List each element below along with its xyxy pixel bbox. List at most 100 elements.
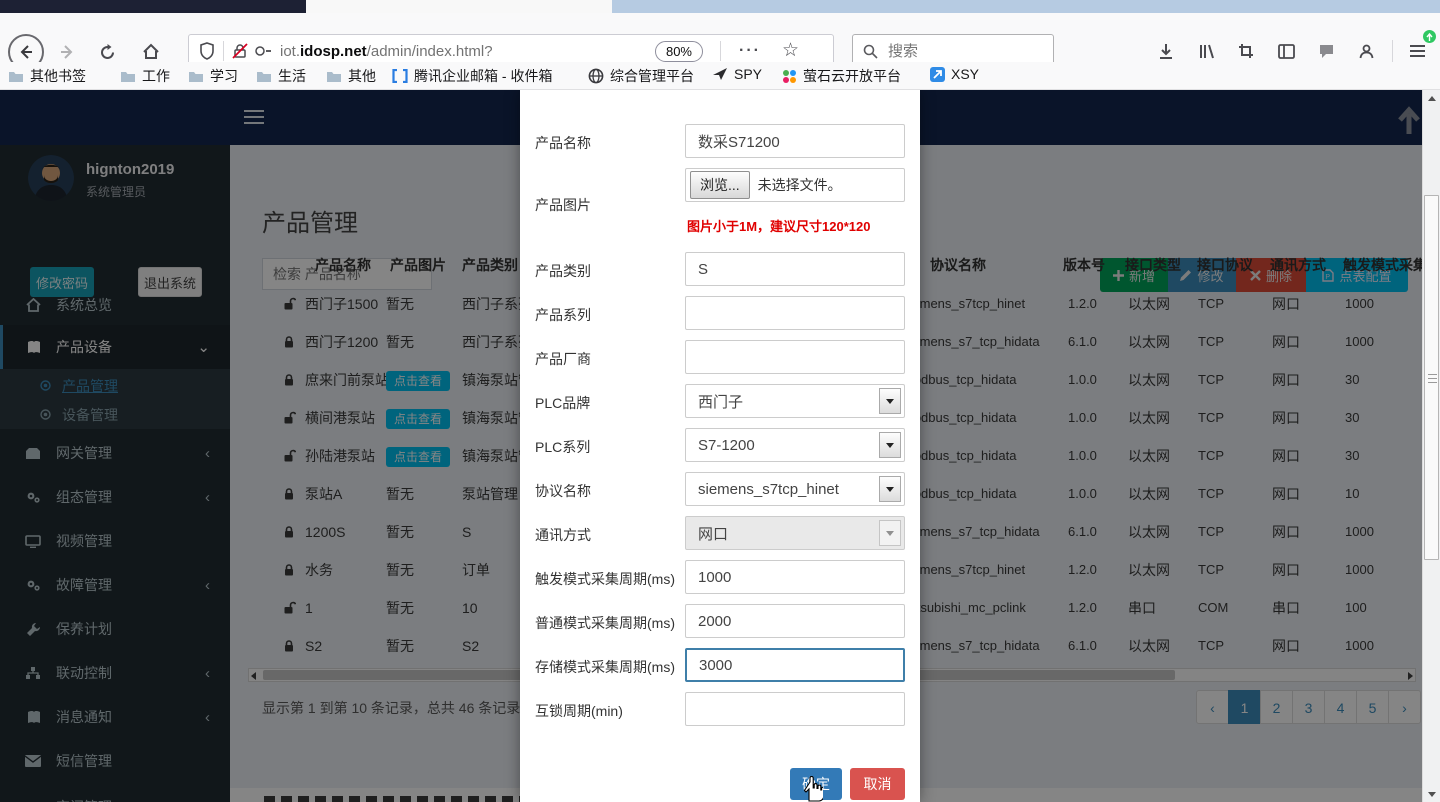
update-arrow-icon — [1426, 33, 1433, 41]
bookmark-folder[interactable]: 其他 — [326, 66, 376, 86]
update-badge — [1423, 30, 1436, 43]
folder-icon — [256, 70, 272, 83]
protocol-select[interactable]: siemens_s7tcp_hinet — [685, 472, 905, 506]
bookmark-folder[interactable]: 工作 — [120, 66, 170, 86]
folder-icon — [326, 70, 342, 83]
field-label-plc-series: PLC系列 — [535, 437, 590, 457]
library-button[interactable] — [1192, 37, 1220, 65]
bookmark-label: 综合管理平台 — [610, 66, 694, 86]
bookmark-folder[interactable]: 学习 — [188, 66, 238, 86]
sidebar-toggle-button[interactable] — [1272, 37, 1300, 65]
account-icon — [1358, 43, 1375, 60]
bookmark-label: 学习 — [210, 66, 238, 86]
field-label-normal-period: 普通模式采集周期(ms) — [535, 613, 675, 633]
tencent-mail-icon — [392, 69, 408, 83]
shield-icon — [199, 42, 215, 60]
download-icon — [1158, 43, 1174, 60]
account-button[interactable] — [1352, 37, 1380, 65]
page-vscrollbar[interactable] — [1422, 90, 1440, 802]
permissions-icon — [254, 43, 272, 59]
screenshot-button[interactable] — [1232, 37, 1260, 65]
messages-button[interactable] — [1312, 37, 1340, 65]
chevron-down-icon — [879, 432, 901, 458]
image-size-hint: 图片小于1M，建议尺寸120*120 — [687, 216, 871, 235]
folder-icon — [120, 70, 136, 83]
screenshot-icon — [1238, 43, 1254, 59]
bookmark-item[interactable]: XSY — [930, 66, 979, 82]
product-series-input[interactable] — [685, 296, 905, 330]
speech-bubble-icon — [1318, 43, 1335, 59]
field-label-manufacturer: 产品厂商 — [535, 349, 591, 369]
bookmark-item[interactable]: SPY — [712, 66, 762, 82]
browser-toolbar: iot.idosp.net/admin/index.html? 80% ··· … — [0, 13, 1440, 62]
bookmark-star-icon[interactable]: ☆ — [782, 39, 799, 62]
menu-button[interactable] — [1402, 37, 1432, 65]
bookmark-label: 萤石云开放平台 — [803, 66, 901, 86]
globe-icon — [588, 68, 604, 84]
field-label-comm-mode: 通讯方式 — [535, 525, 591, 545]
sidebars-icon — [1278, 44, 1295, 59]
product-manufacturer-input[interactable] — [685, 340, 905, 374]
bookmark-item[interactable]: 综合管理平台 — [588, 66, 694, 86]
page-actions-icon[interactable]: ··· — [739, 42, 761, 60]
field-label-category: 产品类别 — [535, 261, 591, 281]
field-label-product-image: 产品图片 — [535, 195, 591, 215]
mouse-cursor-hand — [801, 776, 823, 802]
search-icon — [863, 44, 878, 59]
scroll-down-button[interactable] — [1423, 786, 1440, 802]
file-chosen-text: 未选择文件。 — [758, 175, 842, 195]
bookmark-item[interactable]: 腾讯企业邮箱 - 收件箱 — [392, 66, 552, 86]
chevron-down-icon — [879, 476, 901, 502]
hamburger-icon — [1409, 44, 1426, 58]
bookmark-item[interactable]: 萤石云开放平台 — [782, 66, 901, 86]
bookmark-label: 生活 — [278, 66, 306, 86]
storage-period-input[interactable] — [685, 648, 905, 682]
trigger-period-input[interactable] — [685, 560, 905, 594]
bookmarks-bar: 其他书签 工作 学习 生活 其他 腾讯企业邮箱 - 收件箱 综合管理平台 SP — [0, 62, 1440, 90]
divider — [720, 41, 721, 61]
page-viewport: hignton2019 系统管理员 修改密码 退出系统 系统总览 产品设备 ⌄ … — [0, 90, 1440, 802]
product-edit-modal: 产品名称 产品图片 浏览... 未选择文件。 图片小于1M，建议尺寸120*12… — [520, 90, 920, 802]
back-arrow-icon — [17, 43, 35, 61]
zoom-level-badge[interactable]: 80% — [655, 41, 703, 62]
reload-icon — [99, 44, 116, 61]
plc-brand-select[interactable]: 西门子 — [685, 384, 905, 418]
folder-icon — [8, 70, 24, 83]
field-label-interlock-period: 互锁周期(min) — [535, 701, 623, 721]
url-scheme-text: iot. — [280, 43, 300, 60]
interlock-period-input[interactable] — [685, 692, 905, 726]
bookmark-label: 其他 — [348, 66, 376, 86]
url-path-text: /admin/index.html? — [367, 43, 493, 60]
downloads-button[interactable] — [1152, 37, 1180, 65]
field-label-protocol: 协议名称 — [535, 481, 591, 501]
bookmark-label: 腾讯企业邮箱 - 收件箱 — [414, 66, 552, 86]
field-label-series: 产品系列 — [535, 305, 591, 325]
product-name-input[interactable] — [685, 124, 905, 158]
folder-icon — [188, 70, 204, 83]
plc-series-select[interactable]: S7-1200 — [685, 428, 905, 462]
vscroll-thumb[interactable] — [1424, 195, 1439, 560]
cancel-button[interactable]: 取消 — [850, 768, 905, 800]
bookmark-label: 工作 — [142, 66, 170, 86]
divider — [223, 41, 224, 61]
bookmark-label: 其他书签 — [30, 66, 86, 86]
product-category-input[interactable] — [685, 252, 905, 286]
grid-dots-icon — [782, 69, 797, 84]
product-image-file-input[interactable]: 浏览... 未选择文件。 — [685, 168, 905, 202]
arrow-square-icon — [930, 67, 945, 82]
library-icon — [1198, 43, 1215, 60]
titlebar-dark-segment — [0, 0, 306, 13]
scroll-up-button[interactable] — [1423, 90, 1440, 106]
normal-period-input[interactable] — [685, 604, 905, 638]
browse-button[interactable]: 浏览... — [690, 171, 750, 199]
comm-mode-select: 网口 — [685, 516, 905, 550]
url-domain-text: idosp.net — [300, 43, 367, 60]
forward-arrow-icon — [58, 43, 76, 61]
search-input[interactable] — [886, 42, 1036, 61]
bookmark-folder[interactable]: 其他书签 — [8, 66, 86, 86]
field-label-plc-brand: PLC品牌 — [535, 393, 590, 413]
active-tab[interactable] — [306, 0, 612, 13]
bookmark-label: SPY — [734, 66, 762, 82]
field-label-storage-period: 存储模式采集周期(ms) — [535, 657, 675, 677]
bookmark-folder[interactable]: 生活 — [256, 66, 306, 86]
